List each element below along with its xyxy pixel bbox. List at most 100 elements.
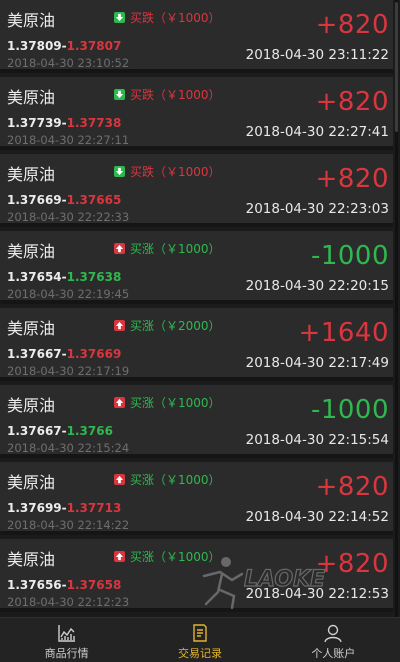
open-price: 1.37699 xyxy=(7,501,62,515)
tab-trade-records[interactable]: 交易记录 xyxy=(133,618,266,662)
close-price: 1.37807 xyxy=(66,39,122,53)
profit-loss-amount: +820 xyxy=(315,10,389,40)
tab-trade-records-label: 交易记录 xyxy=(177,647,222,660)
close-price: 1.37658 xyxy=(66,578,122,592)
trade-record-list[interactable]: 美原油 买跌（￥1000） 1.37809-1.37807 2018-04-30 23… xyxy=(0,0,400,617)
price-range: 1.37669-1.37665 xyxy=(7,193,121,207)
trade-direction-label: 买跌（￥1000） xyxy=(130,11,221,25)
open-time: 2018-04-30 22:19:45 xyxy=(7,287,130,301)
trade-direction: 买涨（￥1000） xyxy=(114,394,221,411)
arrow-up-icon xyxy=(114,320,125,331)
tab-account[interactable]: 个人账户 xyxy=(267,618,400,662)
trade-direction: 买涨（￥2000） xyxy=(114,317,221,334)
open-price: 1.37654 xyxy=(7,270,62,284)
arrow-up-icon xyxy=(114,397,125,408)
trade-direction: 买跌（￥1000） xyxy=(114,86,221,103)
close-time: 2018-04-30 22:17:49 xyxy=(245,355,389,371)
profit-loss-amount: +1640 xyxy=(298,318,389,348)
trade-direction-label: 买涨（￥1000） xyxy=(130,550,221,564)
trade-direction-label: 买涨（￥1000） xyxy=(130,473,221,487)
trade-direction-label: 买跌（￥1000） xyxy=(130,165,221,179)
close-time: 2018-04-30 22:14:52 xyxy=(245,509,389,525)
open-time: 2018-04-30 23:10:52 xyxy=(7,56,130,70)
price-range: 1.37739-1.37738 xyxy=(7,116,121,130)
trade-direction: 买涨（￥1000） xyxy=(114,240,221,257)
open-price: 1.37656 xyxy=(7,578,62,592)
arrow-up-icon xyxy=(114,551,125,562)
trade-direction: 买涨（￥1000） xyxy=(114,548,221,565)
trade-record-item[interactable]: 美原油 买跌（￥1000） 1.37809-1.37807 2018-04-30 23… xyxy=(0,0,393,73)
trade-direction: 买跌（￥1000） xyxy=(114,9,221,26)
product-name: 美原油 xyxy=(7,165,56,184)
close-price: 1.37713 xyxy=(66,501,122,515)
scrollbar-thumb[interactable] xyxy=(395,2,398,132)
trade-direction-label: 买涨（￥1000） xyxy=(130,396,221,410)
profit-loss-amount: +820 xyxy=(315,472,389,502)
tab-market[interactable]: 商品行情 xyxy=(0,618,133,662)
close-time: 2018-04-30 22:15:54 xyxy=(245,432,389,448)
price-range: 1.37809-1.37807 xyxy=(7,39,121,53)
close-time: 2018-04-30 22:23:03 xyxy=(245,201,389,217)
bottom-tab-bar: 商品行情 交易记录 个人账户 xyxy=(0,617,400,662)
product-name: 美原油 xyxy=(7,319,56,338)
price-range: 1.37667-1.3766 xyxy=(7,424,113,438)
arrow-down-icon xyxy=(114,89,125,100)
arrow-down-icon xyxy=(114,12,125,23)
trade-direction-label: 买涨（￥2000） xyxy=(130,319,221,333)
close-time: 2018-04-30 22:20:15 xyxy=(245,278,389,294)
close-time: 2018-04-30 22:27:41 xyxy=(245,124,389,140)
product-name: 美原油 xyxy=(7,88,56,107)
user-icon xyxy=(323,623,343,647)
open-time: 2018-04-30 22:15:24 xyxy=(7,441,130,455)
product-name: 美原油 xyxy=(7,11,56,30)
document-icon xyxy=(190,623,210,647)
arrow-up-icon xyxy=(114,474,125,485)
arrow-up-icon xyxy=(114,243,125,254)
trade-record-item[interactable]: 美原油 买涨（￥2000） 1.37667-1.37669 2018-04-30 22… xyxy=(0,308,393,381)
trade-record-item[interactable]: 美原油 买涨（￥1000） 1.37667-1.3766 2018-04-30 22:… xyxy=(0,385,393,458)
arrow-down-icon xyxy=(114,166,125,177)
product-name: 美原油 xyxy=(7,396,56,415)
profit-loss-amount: +820 xyxy=(315,164,389,194)
profit-loss-amount: -1000 xyxy=(310,395,389,425)
chart-icon xyxy=(57,623,77,647)
product-name: 美原油 xyxy=(7,473,56,492)
price-range: 1.37656-1.37658 xyxy=(7,578,121,592)
open-time: 2018-04-30 22:14:22 xyxy=(7,518,130,532)
open-price: 1.37809 xyxy=(7,39,62,53)
trade-record-item[interactable]: 美原油 买跌（￥1000） 1.37739-1.37738 2018-04-30 22… xyxy=(0,77,393,150)
close-price: 1.37669 xyxy=(66,347,122,361)
open-price: 1.37739 xyxy=(7,116,62,130)
price-range: 1.37699-1.37713 xyxy=(7,501,121,515)
price-range: 1.37654-1.37638 xyxy=(7,270,121,284)
product-name: 美原油 xyxy=(7,242,56,261)
profit-loss-amount: -1000 xyxy=(310,241,389,271)
close-time: 2018-04-30 22:12:53 xyxy=(245,586,389,602)
open-time: 2018-04-30 22:27:11 xyxy=(7,133,130,147)
open-time: 2018-04-30 22:12:23 xyxy=(7,595,130,609)
tab-account-label: 个人账户 xyxy=(311,647,356,660)
trade-record-item[interactable]: 美原油 买涨（￥1000） 1.37656-1.37658 2018-04-30 22… xyxy=(0,539,393,612)
profit-loss-amount: +820 xyxy=(315,549,389,579)
trade-direction: 买跌（￥1000） xyxy=(114,163,221,180)
open-price: 1.37667 xyxy=(7,347,62,361)
open-time: 2018-04-30 22:17:19 xyxy=(7,364,130,378)
trade-direction: 买涨（￥1000） xyxy=(114,471,221,488)
trade-record-item[interactable]: 美原油 买涨（￥1000） 1.37699-1.37713 2018-04-30 22… xyxy=(0,462,393,535)
price-range: 1.37667-1.37669 xyxy=(7,347,121,361)
trade-record-item[interactable]: 美原油 买涨（￥1000） 1.37654-1.37638 2018-04-30 22… xyxy=(0,231,393,304)
product-name: 美原油 xyxy=(7,550,56,569)
close-price: 1.37665 xyxy=(66,193,122,207)
trade-record-item[interactable]: 美原油 买跌（￥1000） 1.37669-1.37665 2018-04-30 22… xyxy=(0,154,393,227)
close-price: 1.3766 xyxy=(66,424,113,438)
open-time: 2018-04-30 22:22:33 xyxy=(7,210,130,224)
open-price: 1.37669 xyxy=(7,193,62,207)
tab-market-label: 商品行情 xyxy=(44,647,89,660)
profit-loss-amount: +820 xyxy=(315,87,389,117)
open-price: 1.37667 xyxy=(7,424,62,438)
close-price: 1.37638 xyxy=(66,270,122,284)
trade-direction-label: 买跌（￥1000） xyxy=(130,88,221,102)
trade-direction-label: 买涨（￥1000） xyxy=(130,242,221,256)
close-time: 2018-04-30 23:11:22 xyxy=(245,47,389,63)
close-price: 1.37738 xyxy=(66,116,122,130)
